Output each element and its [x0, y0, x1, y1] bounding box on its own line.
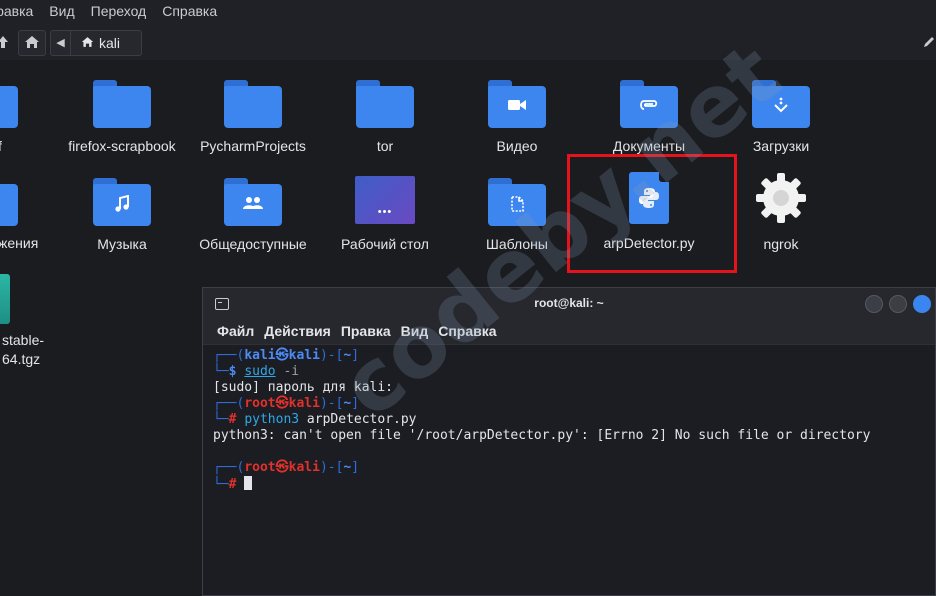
folder-downloads-icon	[752, 80, 810, 128]
file-label-line1[interactable]: stable-	[2, 332, 44, 348]
desktop-icon: •••	[355, 176, 415, 224]
highlight-box	[567, 154, 737, 273]
up-button[interactable]	[0, 30, 12, 56]
file-manager-toolbar: ◀ kali	[0, 28, 936, 58]
error-line: python3: can't open file '/root/arpDetec…	[213, 428, 871, 443]
gear-icon	[756, 173, 806, 223]
terminal-titlebar[interactable]: root@kali: ~	[203, 288, 935, 318]
terminal-window: root@kali: ~ Файл Действия Правка Вид Сп…	[202, 287, 936, 596]
terminal-output[interactable]: ┌──(kali㉿kali)-[~] └─$ sudo -i [sudo] па…	[203, 344, 935, 595]
folder-documents-icon	[620, 80, 678, 128]
location-breadcrumb: ◀ kali	[50, 30, 142, 56]
folder-templates-icon	[488, 178, 546, 226]
pencil-icon	[923, 35, 935, 51]
folder-icon	[224, 80, 282, 128]
file-label[interactable]: жения	[0, 235, 38, 251]
terminal-title: root@kali: ~	[534, 296, 604, 310]
terminal-menu-file[interactable]: Файл	[217, 323, 254, 339]
command-line: └─# python3 arpDetector.py	[213, 412, 417, 427]
file-label: Загрузки	[752, 138, 810, 154]
home-button[interactable]	[18, 30, 46, 56]
home-icon	[81, 35, 94, 51]
terminal-menu-view[interactable]: Вид	[401, 323, 429, 339]
maximize-button[interactable]	[889, 295, 907, 313]
folder-icon[interactable]	[0, 178, 18, 226]
home-icon	[24, 35, 40, 52]
minimize-button[interactable]	[865, 295, 883, 313]
folder-icon	[356, 80, 414, 128]
terminal-menu-help[interactable]: Справка	[438, 323, 496, 339]
breadcrumb-home[interactable]: kali	[71, 35, 120, 51]
prompt-line: ┌──(root㉿kali)-[~]	[213, 396, 360, 411]
menu-go[interactable]: Переход	[91, 3, 147, 19]
close-button[interactable]	[913, 295, 931, 313]
folder-video-icon	[488, 80, 546, 128]
command-line: └─#	[213, 476, 935, 492]
menu-edit[interactable]: Правка	[0, 3, 33, 19]
output-line: [sudo] пароль для kali:	[213, 380, 394, 395]
prompt-line: ┌──(kali㉿kali)-[~]	[213, 348, 360, 363]
archive-icon[interactable]	[0, 274, 10, 324]
arrow-up-icon	[0, 35, 9, 52]
folder-icon[interactable]	[0, 80, 18, 128]
menu-help[interactable]: Справка	[162, 3, 217, 19]
folder-public-icon	[224, 178, 282, 226]
folder-music-icon	[93, 178, 151, 226]
file-label-line2[interactable]: 64.tgz	[2, 351, 40, 367]
terminal-menu-edit[interactable]: Правка	[341, 323, 391, 339]
file-manager-menubar: Правка Вид Переход Справка	[0, 0, 936, 22]
terminal-menubar: Файл Действия Правка Вид Справка	[203, 318, 935, 344]
folder-icon	[93, 80, 151, 128]
file-label[interactable]: f	[0, 138, 2, 154]
text-cursor	[244, 476, 253, 490]
edit-location-button[interactable]	[922, 30, 936, 56]
menu-view[interactable]: Вид	[49, 3, 74, 19]
prompt-line: ┌──(root㉿kali)-[~]	[213, 460, 360, 475]
breadcrumb-label: kali	[99, 35, 121, 51]
chevron-left-icon[interactable]: ◀	[51, 31, 71, 55]
command-line: └─$ sudo -i	[213, 364, 300, 379]
terminal-menu-actions[interactable]: Действия	[264, 323, 331, 339]
